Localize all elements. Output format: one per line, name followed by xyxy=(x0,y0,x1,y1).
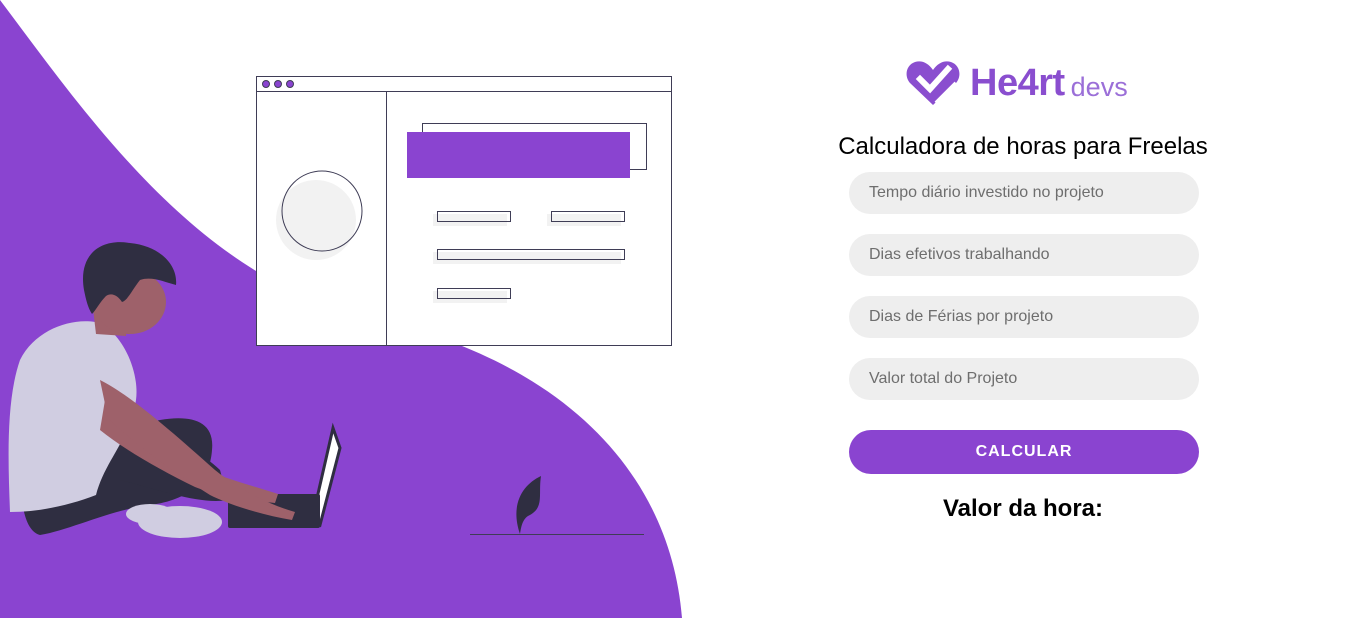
vacation-days-input[interactable] xyxy=(849,296,1199,338)
hourly-rate-result: Valor da hora: xyxy=(942,495,1104,522)
browser-window-mockup xyxy=(256,76,672,346)
brand-name-sub: devs xyxy=(1070,71,1128,102)
brand-logo: He4rt devs xyxy=(906,58,1128,108)
heart-check-logo-icon xyxy=(906,61,960,105)
hero-illustration xyxy=(0,0,682,618)
working-days-input[interactable] xyxy=(849,234,1199,276)
daily-time-input[interactable] xyxy=(849,172,1199,214)
calculator-title: Calculadora de horas para Freelas xyxy=(838,133,1208,160)
calculate-button[interactable]: CALCULAR xyxy=(849,430,1199,474)
project-value-input[interactable] xyxy=(849,358,1199,400)
brand-name-main: He4rt xyxy=(970,61,1065,104)
